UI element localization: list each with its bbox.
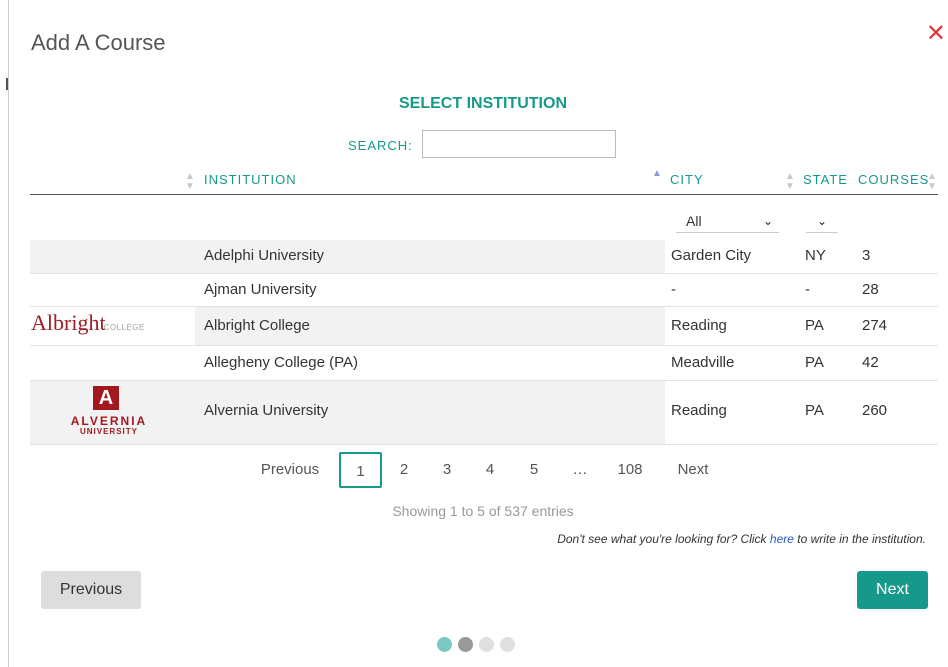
- city-cell: Meadville: [671, 354, 735, 371]
- pagination: Previous 1 2 3 4 5 … 108 Next: [0, 452, 948, 488]
- institution-cell: Allegheny College (PA): [204, 354, 358, 371]
- city-cell: Reading: [671, 402, 727, 419]
- state-cell: PA: [805, 402, 824, 419]
- step-dot-4: [500, 637, 515, 652]
- row-shade: [30, 240, 665, 273]
- step-dot-1: [437, 637, 452, 652]
- state-cell: PA: [805, 317, 824, 334]
- next-step-button[interactable]: Next: [857, 571, 928, 609]
- column-header-institution-label: INSTITUTION: [204, 172, 297, 187]
- city-filter-select[interactable]: All ⌄: [676, 209, 779, 233]
- table-row[interactable]: Ajman University - - 28: [30, 274, 938, 306]
- chevron-down-icon: ⌄: [816, 213, 828, 228]
- column-header-state-label: STATE: [803, 172, 848, 187]
- sort-both-icon: ▲ ▼: [927, 171, 937, 192]
- table-row[interactable]: Albright College Reading PA 274: [30, 307, 938, 345]
- page-2[interactable]: 2: [390, 452, 418, 488]
- search-input[interactable]: [422, 130, 616, 158]
- row-divider: [30, 444, 938, 445]
- sort-ascending-icon: ▲: [652, 168, 662, 179]
- step-indicator: [437, 637, 515, 652]
- page-4[interactable]: 4: [476, 452, 504, 488]
- courses-cell: 42: [862, 354, 879, 371]
- table-row[interactable]: Adelphi University Garden City NY 3: [30, 240, 938, 273]
- city-cell: Reading: [671, 317, 727, 334]
- sort-both-icon: ▲ ▼: [185, 171, 195, 192]
- city-cell: Garden City: [671, 247, 752, 264]
- chevron-down-icon: ⌄: [762, 213, 773, 228]
- courses-cell: 3: [862, 247, 871, 264]
- add-course-modal: Add A Course ✕ SELECT INSTITUTION SEARCH…: [0, 0, 948, 667]
- institution-cell: Ajman University: [204, 281, 317, 298]
- previous-step-button[interactable]: Previous: [41, 571, 141, 609]
- alvernia-university-logo: A ALVERNIA UNIVERSITY: [70, 386, 148, 436]
- modal-title: Add A Course: [31, 30, 166, 55]
- city-cell: -: [671, 281, 676, 298]
- city-filter-value: All: [686, 212, 702, 229]
- page-ellipsis: …: [572, 461, 588, 478]
- close-icon[interactable]: ✕: [926, 22, 946, 46]
- state-cell: -: [805, 281, 810, 298]
- pagination-next[interactable]: Next: [670, 452, 716, 488]
- albright-college-logo: AlbrightCOLLEGE: [31, 310, 145, 335]
- step-dot-2: [458, 637, 473, 652]
- entries-summary: Showing 1 to 5 of 537 entries: [392, 503, 574, 519]
- courses-cell: 260: [862, 402, 888, 419]
- state-filter-select[interactable]: ⌄: [806, 209, 838, 233]
- column-header-courses-label: COURSES: [858, 172, 930, 187]
- state-cell: NY: [805, 247, 826, 264]
- header-divider: [30, 194, 938, 195]
- column-header-city-label: CITY: [670, 172, 704, 187]
- sort-both-icon: ▲ ▼: [785, 171, 795, 192]
- institution-cell: Alvernia University: [204, 402, 329, 419]
- page-3[interactable]: 3: [433, 452, 461, 488]
- courses-cell: 28: [862, 281, 879, 298]
- page-108[interactable]: 108: [612, 452, 648, 488]
- page-1[interactable]: 1: [339, 452, 382, 488]
- institution-cell: Albright College: [204, 317, 310, 334]
- page-5[interactable]: 5: [520, 452, 548, 488]
- section-title: SELECT INSTITUTION: [399, 95, 567, 112]
- courses-cell: 274: [862, 317, 888, 334]
- write-in-note: Don't see what you're looking for? Click…: [557, 532, 926, 546]
- step-dot-3: [479, 637, 494, 652]
- modal-edge-mark: [6, 78, 8, 90]
- search-label: SEARCH:: [348, 138, 413, 153]
- write-in-link[interactable]: here: [770, 532, 794, 546]
- institution-cell: Adelphi University: [204, 247, 325, 264]
- table-row[interactable]: Allegheny College (PA) Meadville PA 42: [30, 346, 938, 380]
- pagination-previous[interactable]: Previous: [252, 452, 328, 488]
- state-cell: PA: [805, 354, 824, 371]
- table-row[interactable]: Alvernia University Reading PA 260: [30, 381, 938, 444]
